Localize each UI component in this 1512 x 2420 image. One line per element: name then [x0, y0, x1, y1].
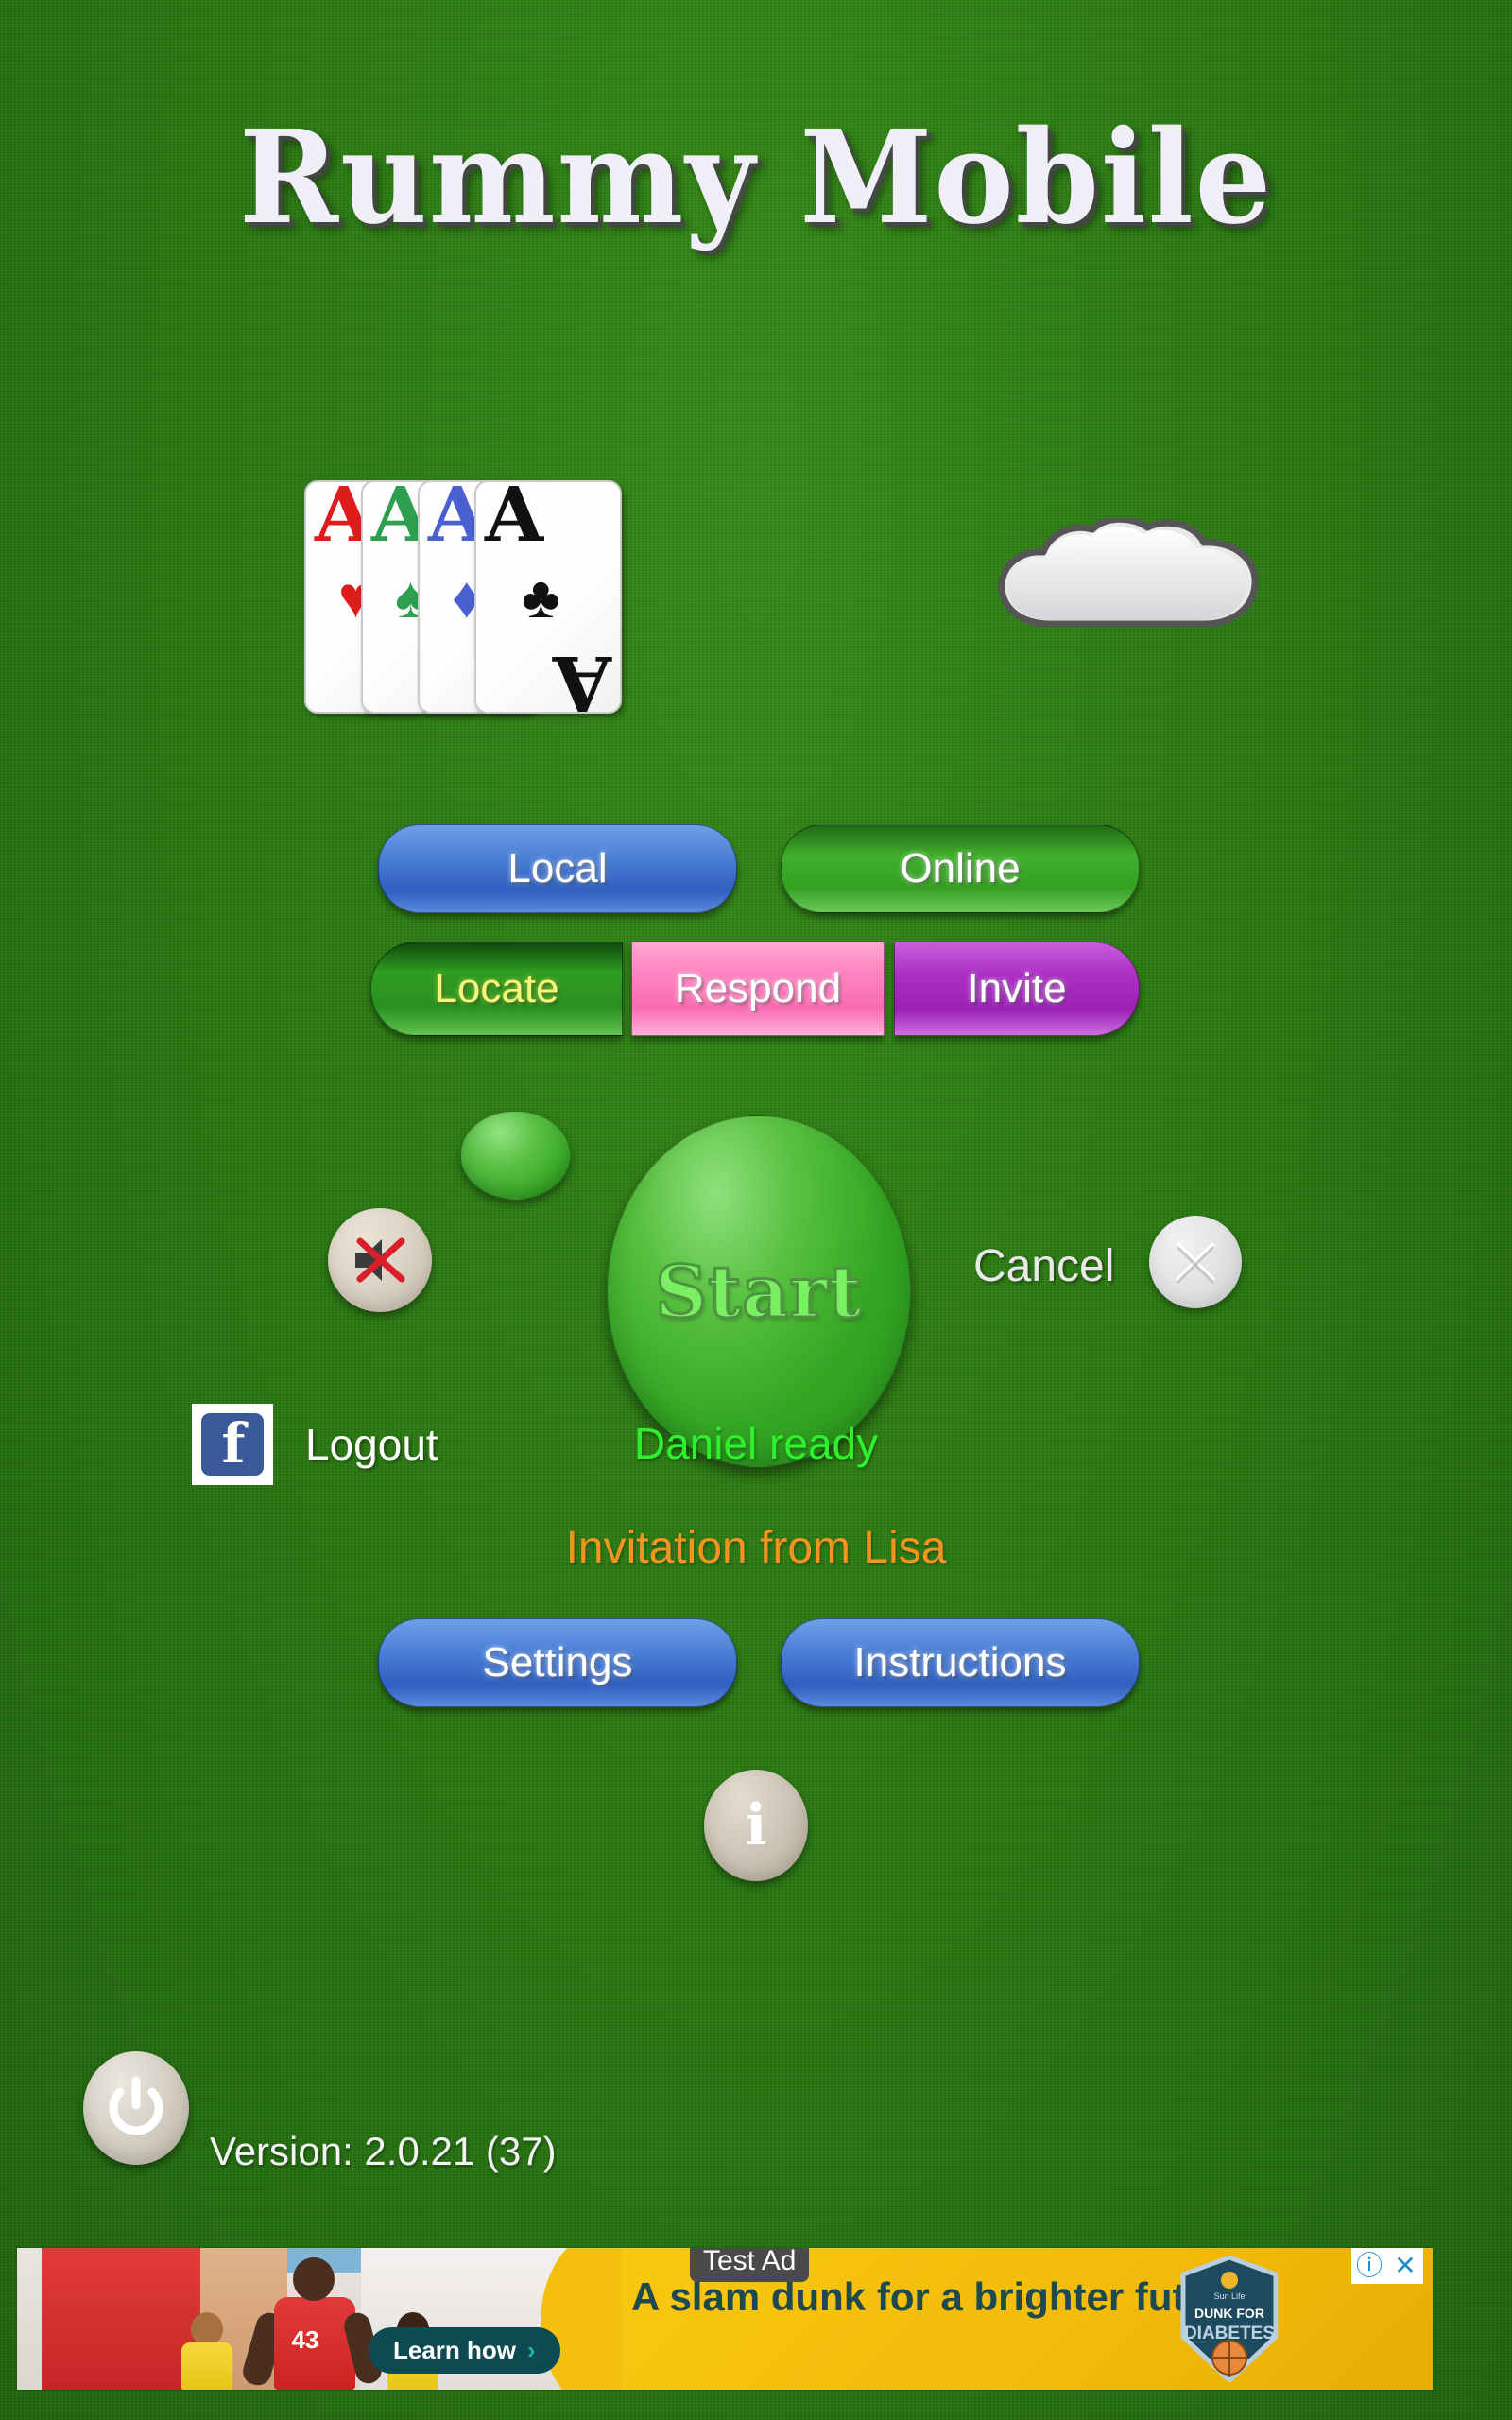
- locate-button[interactable]: Locate: [370, 942, 623, 1036]
- status-invitation: Invitation from Lisa: [565, 1523, 947, 1573]
- online-button[interactable]: Online: [781, 824, 1140, 913]
- respond-button[interactable]: Respond: [631, 942, 885, 1036]
- ad-badge-group[interactable]: ⓘ ✕: [1351, 2248, 1423, 2286]
- ad-sponsor-logo: Sun Life DUNK FOR DIABETES: [1177, 2255, 1281, 2384]
- close-x-icon[interactable]: [1149, 1216, 1242, 1308]
- start-button[interactable]: Start: [607, 1115, 911, 1467]
- power-icon[interactable]: [83, 2051, 189, 2165]
- ad-child-left: [178, 2312, 236, 2390]
- ad-close-icon[interactable]: ✕: [1387, 2248, 1423, 2284]
- settings-button[interactable]: Settings: [378, 1618, 737, 1707]
- svg-text:Sun Life: Sun Life: [1213, 2291, 1245, 2301]
- ad-jersey-number: 43: [291, 2325, 319, 2354]
- page-title: Rummy Mobile: [239, 102, 1273, 253]
- card-rank-bottom: A: [552, 639, 611, 714]
- start-button-label: Start: [654, 1248, 863, 1335]
- ad-banner[interactable]: 43 A slam dunk for a brighter future. Le…: [17, 2248, 1433, 2390]
- speaker-muted-icon[interactable]: [328, 1208, 432, 1312]
- info-glyph: i: [745, 1792, 767, 1858]
- test-ad-badge: Test Ad: [690, 2248, 810, 2282]
- chevron-right-icon: ›: [527, 2336, 536, 2364]
- ad-info-icon[interactable]: ⓘ: [1351, 2248, 1387, 2284]
- svg-text:DUNK FOR: DUNK FOR: [1194, 2306, 1264, 2321]
- club-pip-icon: ♣: [522, 565, 560, 631]
- ad-cta-label: Learn how: [393, 2336, 517, 2364]
- card-rank: A: [485, 480, 544, 559]
- invite-button[interactable]: Invite: [894, 942, 1140, 1036]
- ready-dot-icon[interactable]: [460, 1111, 571, 1200]
- info-icon[interactable]: i: [704, 1770, 808, 1881]
- cloud-icon: [996, 518, 1261, 633]
- ace-cards-graphic: A ♥ A ♠ A ♦ A ♣ A: [304, 480, 663, 717]
- local-button[interactable]: Local: [378, 824, 737, 913]
- version-label: Version: 2.0.21 (37): [210, 2129, 557, 2173]
- status-ready: Daniel ready: [633, 1419, 879, 1468]
- ad-cta-button[interactable]: Learn how ›: [369, 2327, 560, 2374]
- card-ace-club: A ♣ A: [474, 480, 622, 714]
- instructions-button[interactable]: Instructions: [781, 1618, 1140, 1707]
- cancel-label: Cancel: [973, 1241, 1115, 1291]
- ad-basketball-player: 43: [239, 2257, 385, 2390]
